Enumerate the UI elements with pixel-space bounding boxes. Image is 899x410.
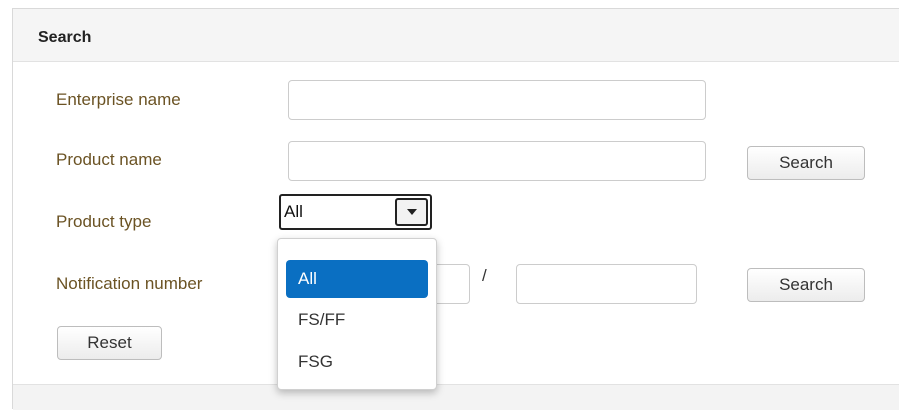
product-name-label: Product name — [56, 150, 162, 169]
notification-separator: / — [482, 266, 487, 285]
notification-number-part2-input[interactable] — [516, 264, 697, 304]
triangle-down-icon[interactable] — [395, 198, 428, 226]
panel-title: Search — [38, 29, 92, 46]
panel-header: Search — [13, 9, 899, 62]
product-type-label: Product type — [56, 212, 152, 231]
product-type-select[interactable]: All — [279, 194, 432, 230]
panel-footer — [13, 384, 899, 410]
reset-button[interactable]: Reset — [57, 326, 162, 360]
dropdown-option-fsg[interactable]: FSG — [286, 343, 428, 381]
dropdown-option-all[interactable]: All — [286, 260, 428, 298]
product-name-input[interactable] — [288, 141, 706, 181]
product-search-button[interactable]: Search — [747, 146, 865, 180]
dropdown-option-fs-ff[interactable]: FS/FF — [286, 301, 428, 339]
enterprise-name-input[interactable] — [288, 80, 706, 120]
product-type-dropdown-list: All FS/FF FSG — [277, 238, 437, 390]
enterprise-name-label: Enterprise name — [56, 90, 181, 109]
notification-search-button[interactable]: Search — [747, 268, 865, 302]
notification-number-label: Notification number — [56, 274, 203, 293]
product-type-value: All — [284, 202, 303, 221]
